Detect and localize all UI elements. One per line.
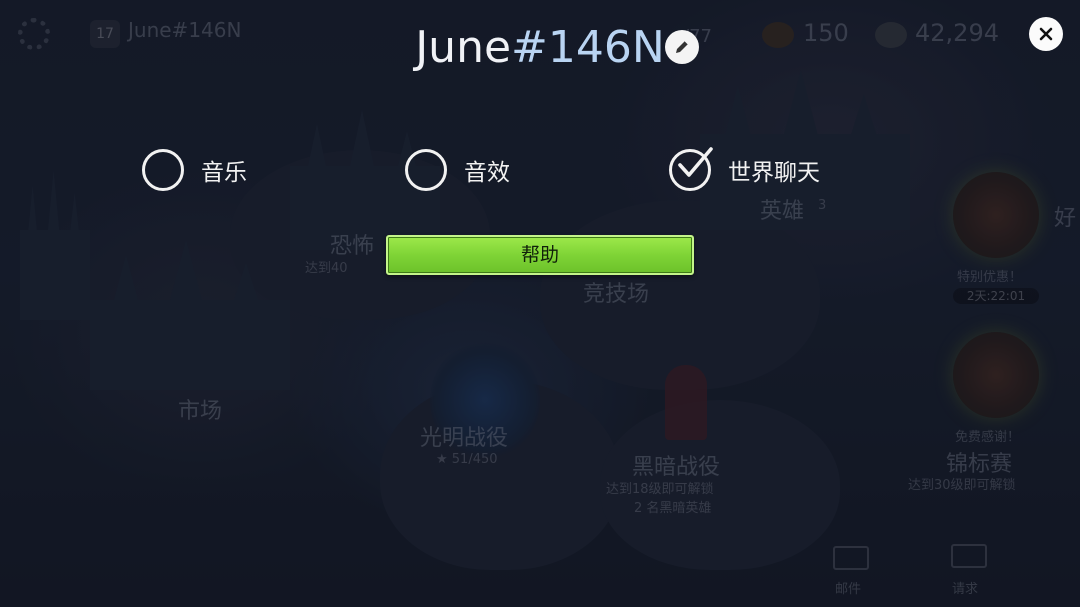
help-button[interactable]: 帮助: [386, 235, 694, 275]
sound-effects-toggle[interactable]: 音效: [405, 148, 510, 192]
sound-effects-label: 音效: [464, 160, 510, 186]
checkmark-icon: [678, 147, 713, 177]
sound-effects-checkbox[interactable]: [405, 149, 447, 191]
edit-name-button[interactable]: [665, 30, 699, 64]
settings-overlay: [0, 0, 1080, 607]
world-chat-checkbox[interactable]: [669, 147, 713, 191]
player-name-title: June#146N: [0, 18, 1080, 78]
music-checkbox[interactable]: [142, 149, 184, 191]
music-toggle[interactable]: 音乐: [142, 148, 247, 192]
close-button[interactable]: [1029, 17, 1063, 51]
close-icon: [1039, 27, 1053, 41]
player-name: June: [415, 22, 512, 73]
world-chat-label: 世界聊天: [728, 160, 820, 186]
pencil-icon: [676, 40, 689, 53]
player-tag: #146N: [511, 22, 665, 73]
world-chat-toggle[interactable]: 世界聊天: [669, 147, 820, 192]
music-label: 音乐: [201, 160, 247, 186]
